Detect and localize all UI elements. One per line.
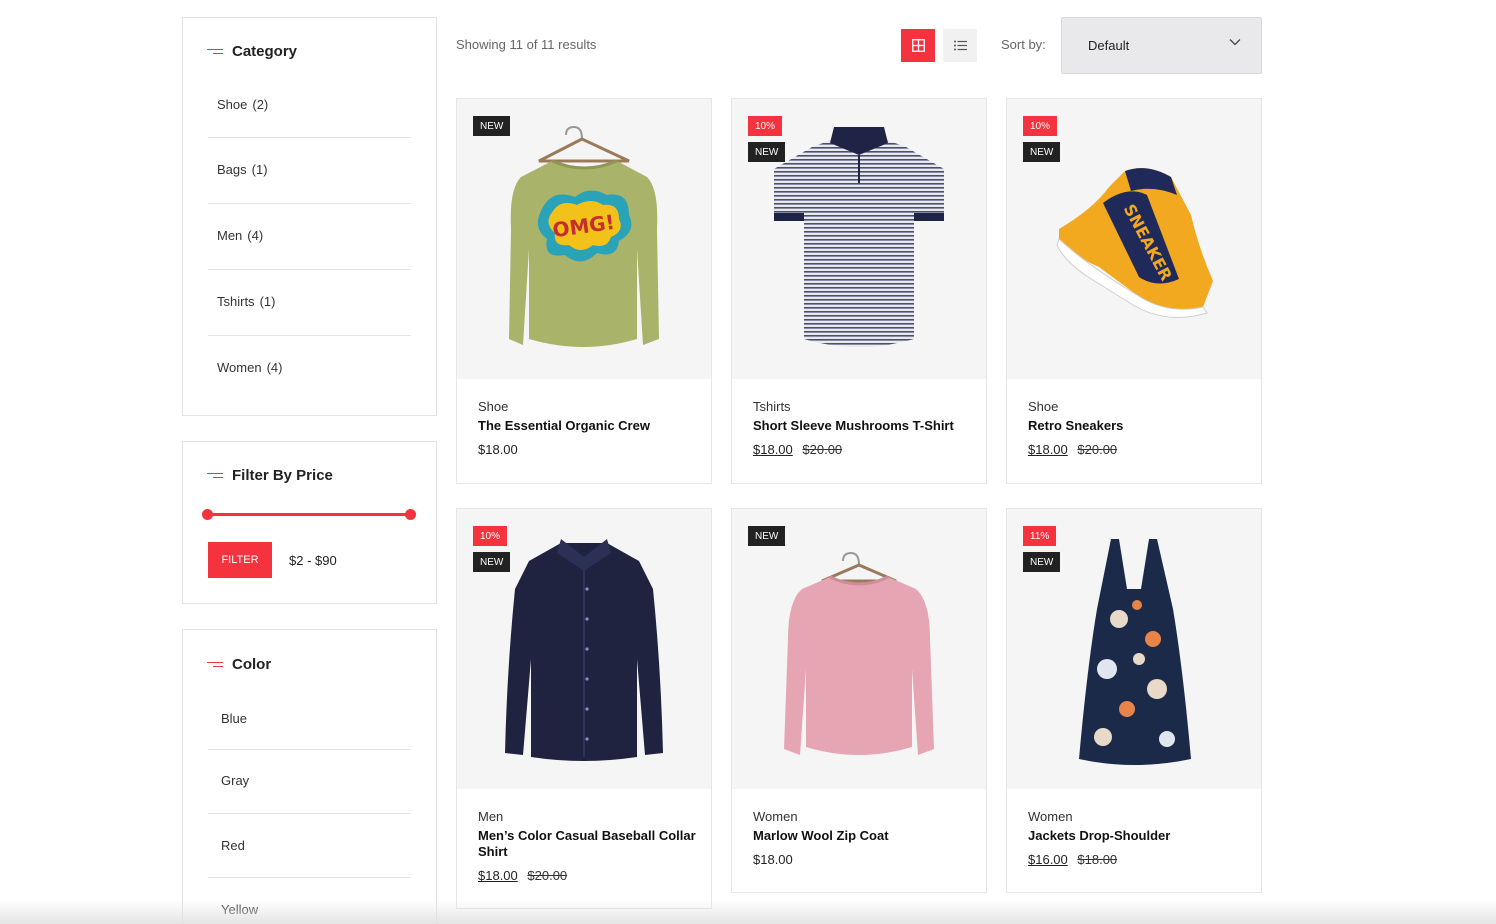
product-category[interactable]: Shoe [1028, 399, 1251, 414]
new-badge: NEW [1023, 552, 1061, 572]
striped-polo-image [774, 127, 944, 347]
new-badge: NEW [473, 552, 511, 572]
product-info: Tshirts Short Sleeve Mushrooms T-Shirt $… [753, 399, 976, 457]
product-image[interactable] [732, 99, 986, 379]
sort-label: Sort by: [1001, 37, 1046, 52]
color-item-gray[interactable]: Gray [208, 750, 411, 814]
product-price: $16.00 [1028, 852, 1068, 867]
product-price: $18.00 [478, 868, 518, 883]
title-accent-icon [207, 661, 223, 669]
product-prices: $18.00 [753, 852, 976, 867]
color-item-yellow[interactable]: Yellow [208, 878, 411, 924]
discount-badge: 10% [1023, 116, 1058, 136]
product-info: Men Men’s Color Casual Baseball Collar S… [478, 809, 701, 883]
filter-button[interactable]: FILTER [208, 542, 272, 578]
price-range-label: $2 - $90 [289, 553, 337, 568]
new-badge: NEW [748, 142, 786, 162]
green-sweatshirt-image: OMG! [509, 125, 659, 347]
color-widget: Color Blue Gray Red Yellow [182, 629, 437, 924]
product-image[interactable]: OMG! [457, 99, 711, 379]
color-title: Color [207, 656, 271, 673]
product-name[interactable]: The Essential Organic Crew [478, 418, 701, 434]
product-card[interactable]: 10% NEW Tshirts Short Sleeve Mushrooms T… [731, 98, 987, 484]
sort-select[interactable]: Default [1061, 17, 1262, 74]
sneaker-image: SNEAKER [1056, 168, 1213, 318]
discount-badge: 10% [473, 526, 508, 546]
product-prices: $18.00 $20.00 [478, 868, 701, 883]
product-card[interactable]: SNEAKER 10% NEW Shoe Retro Sneakers $18.… [1006, 98, 1262, 484]
category-widget: Category Shoe (2) Bags (1) Men (4) Tshirts(… [182, 17, 437, 416]
chevron-down-icon [1229, 39, 1241, 46]
price-filter-widget: Filter By Price FILTER $2 - $90 [182, 441, 437, 604]
product-category[interactable]: Tshirts [753, 399, 976, 414]
product-old-price: $18.00 [1077, 852, 1118, 867]
product-name[interactable]: Retro Sneakers [1028, 418, 1251, 434]
product-old-price: $20.00 [802, 442, 843, 457]
product-name[interactable]: Marlow Wool Zip Coat [753, 828, 976, 844]
list-icon [953, 40, 967, 51]
product-old-price: $20.00 [1077, 442, 1118, 457]
product-prices: $18.00 [478, 442, 701, 457]
product-card[interactable]: OMG! NEW Shoe The Essential Organic Crew… [456, 98, 712, 484]
pink-sweatshirt-image [784, 551, 934, 755]
product-old-price: $20.00 [527, 868, 568, 883]
new-badge: NEW [748, 526, 786, 546]
category-item-shoe[interactable]: Shoe (2) [208, 88, 411, 138]
product-image[interactable] [1007, 509, 1261, 789]
new-badge: NEW [473, 116, 511, 136]
grid-icon [911, 39, 925, 52]
title-accent-icon [207, 472, 223, 480]
category-item-tshirts[interactable]: Tshirts (1) [208, 270, 411, 336]
grid-view-button[interactable] [901, 29, 935, 62]
price-slider-track [207, 513, 411, 516]
price-slider-min-handle[interactable] [202, 509, 213, 520]
category-item-men[interactable]: Men (4) [208, 204, 411, 270]
new-badge: NEW [1023, 142, 1061, 162]
title-accent-icon [207, 48, 223, 56]
price-filter-title: Filter By Price [207, 467, 333, 484]
product-price: $18.00 [753, 442, 793, 457]
product-info: Shoe Retro Sneakers $18.00 $20.00 [1028, 399, 1251, 457]
color-item-blue[interactable]: Blue [208, 702, 411, 750]
product-category[interactable]: Women [1028, 809, 1251, 824]
product-info: Women Marlow Wool Zip Coat $18.00 [753, 809, 976, 867]
discount-badge: 11% [1023, 526, 1057, 546]
color-list: Blue Gray Red Yellow [208, 702, 411, 924]
product-name[interactable]: Jackets Drop-Shoulder [1028, 828, 1251, 844]
product-prices: $18.00 $20.00 [753, 442, 976, 457]
product-image[interactable] [732, 509, 986, 789]
product-image[interactable] [457, 509, 711, 789]
product-category[interactable]: Women [753, 809, 976, 824]
product-category[interactable]: Men [478, 809, 701, 824]
category-item-bags[interactable]: Bags (1) [208, 138, 411, 204]
category-title: Category [207, 43, 297, 60]
product-price: $18.00 [753, 852, 793, 867]
results-count: Showing 11 of 11 results [456, 37, 597, 52]
product-name[interactable]: Short Sleeve Mushrooms T-Shirt [753, 418, 976, 434]
category-list: Shoe (2) Bags (1) Men (4) Tshirts (1) Women(… [208, 88, 411, 402]
price-slider[interactable] [202, 509, 416, 520]
product-image[interactable]: SNEAKER [1007, 99, 1261, 379]
product-card[interactable]: 11% NEW Women Jackets Drop-Shoulder $16.… [1006, 508, 1262, 893]
discount-badge: 10% [748, 116, 783, 136]
product-category[interactable]: Shoe [478, 399, 701, 414]
sort-selected-value: Default [1088, 38, 1130, 53]
product-name[interactable]: Men’s Color Casual Baseball Collar Shirt [478, 828, 701, 860]
product-info: Women Jackets Drop-Shoulder $16.00 $18.0… [1028, 809, 1251, 867]
product-card[interactable]: NEW Women Marlow Wool Zip Coat $18.00 [731, 508, 987, 893]
navy-shirt-image [505, 539, 663, 761]
product-prices: $16.00 $18.00 [1028, 852, 1251, 867]
floral-dress-image [1079, 539, 1191, 765]
list-view-button[interactable] [943, 29, 977, 62]
price-slider-max-handle[interactable] [405, 509, 416, 520]
product-info: Shoe The Essential Organic Crew $18.00 [478, 399, 701, 457]
product-card[interactable]: 10% NEW Men Men’s Color Casual Baseball … [456, 508, 712, 909]
product-prices: $18.00 $20.00 [1028, 442, 1251, 457]
color-item-red[interactable]: Red [208, 814, 411, 878]
category-item-women[interactable]: Women (4) [208, 336, 411, 402]
product-price: $18.00 [478, 442, 518, 457]
product-price: $18.00 [1028, 442, 1068, 457]
